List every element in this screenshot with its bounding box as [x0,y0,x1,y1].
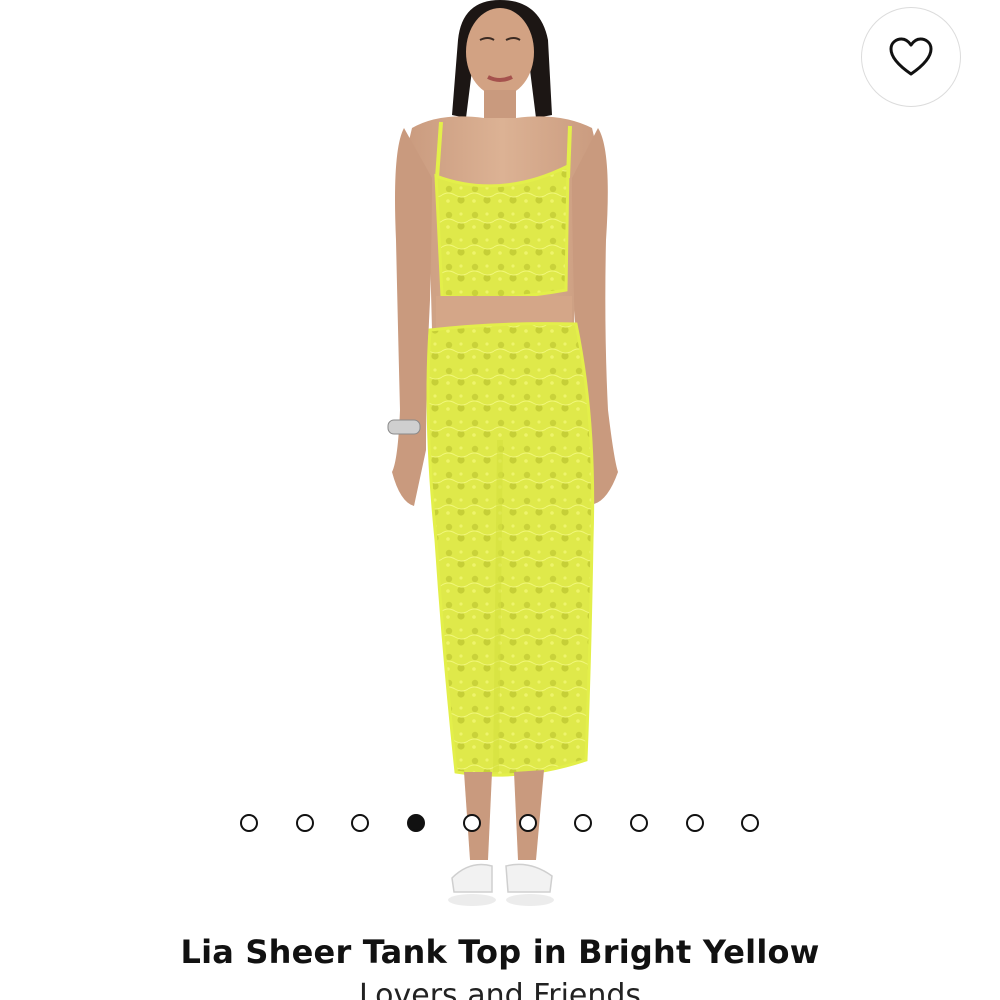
carousel-dot[interactable] [741,814,759,832]
carousel-dots [0,812,1000,834]
carousel-dot[interactable] [686,814,704,832]
product-brand-link[interactable]: Lovers and Friends [0,976,1000,1000]
product-title: Lia Sheer Tank Top in Bright Yellow [180,933,820,971]
product-page: Lia Sheer Tank Top in Bright Yellow Love… [0,0,1000,1000]
carousel-dot[interactable] [407,814,425,832]
carousel-dot[interactable] [630,814,648,832]
wishlist-button[interactable] [861,7,961,107]
carousel-dot[interactable] [240,814,258,832]
model-photo [387,0,618,906]
carousel-dot[interactable] [519,814,537,832]
carousel-dot[interactable] [351,814,369,832]
carousel-dot[interactable] [296,814,314,832]
heart-outline-icon [889,37,933,76]
carousel-dot[interactable] [463,814,481,832]
carousel-dot[interactable] [574,814,592,832]
product-image[interactable] [0,0,1000,920]
